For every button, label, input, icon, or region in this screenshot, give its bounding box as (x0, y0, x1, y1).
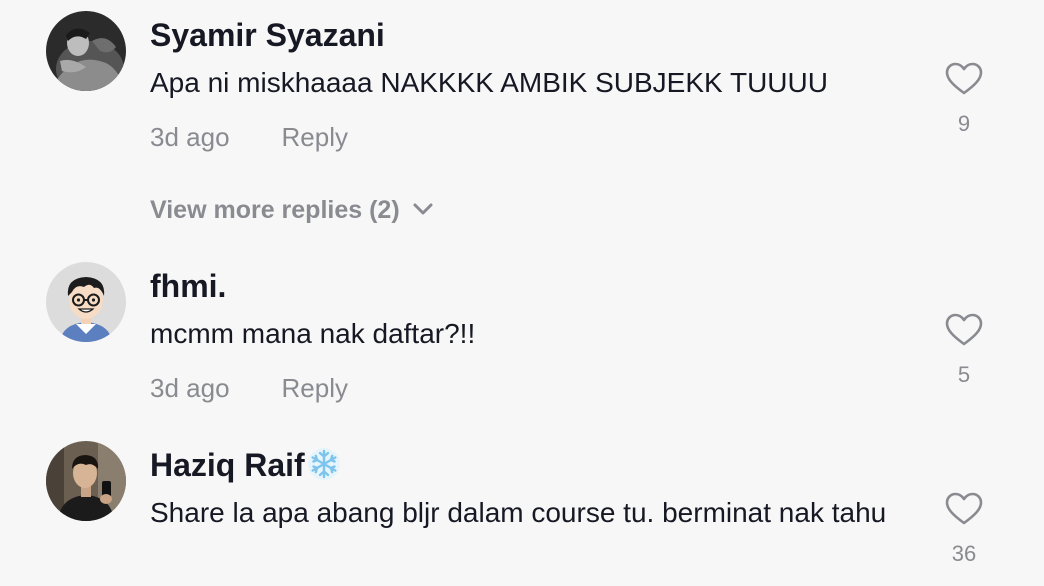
reply-button[interactable]: Reply (282, 373, 348, 403)
like-count: 5 (957, 362, 971, 387)
avatar[interactable] (46, 262, 126, 342)
comment-meta: 3d ago Reply (150, 372, 348, 404)
comment-username[interactable]: fhmi. (150, 266, 226, 306)
snowflake-icon (307, 448, 340, 480)
comment-timestamp: 3d ago (150, 122, 230, 152)
avatar-photo-icon (46, 441, 126, 521)
heart-outline-icon[interactable] (945, 62, 983, 96)
view-more-replies-label: View more replies (2) (150, 196, 400, 224)
like-button[interactable]: 9 (934, 62, 994, 136)
comment-timestamp: 3d ago (150, 373, 230, 403)
avatar[interactable] (46, 441, 126, 521)
avatar-photo-icon (46, 11, 126, 91)
like-count: 36 (951, 541, 977, 566)
heart-outline-icon[interactable] (945, 313, 983, 347)
comment-text: mcmm mana nak daftar?!! (150, 318, 476, 349)
like-button[interactable]: 36 (934, 492, 994, 566)
comment-username[interactable]: Haziq Raif (150, 445, 341, 485)
comment-text: Apa ni miskhaaaa NAKKKK AMBIK SUBJEKK TU… (150, 67, 828, 98)
reply-button[interactable]: Reply (282, 122, 348, 152)
avatar-cartoon-icon (46, 262, 126, 342)
comment-username[interactable]: Syamir Syazani (150, 15, 385, 55)
comment-meta: 3d ago Reply (150, 121, 348, 153)
like-button[interactable]: 5 (934, 313, 994, 387)
comment-text: Share la apa abang bljr dalam course tu.… (150, 497, 887, 528)
username-text: Haziq Raif (150, 447, 305, 483)
avatar[interactable] (46, 11, 126, 91)
like-count: 9 (957, 111, 971, 136)
heart-outline-icon[interactable] (945, 492, 983, 526)
view-more-replies-button[interactable]: View more replies (2) (150, 194, 434, 226)
chevron-down-icon (413, 203, 433, 215)
